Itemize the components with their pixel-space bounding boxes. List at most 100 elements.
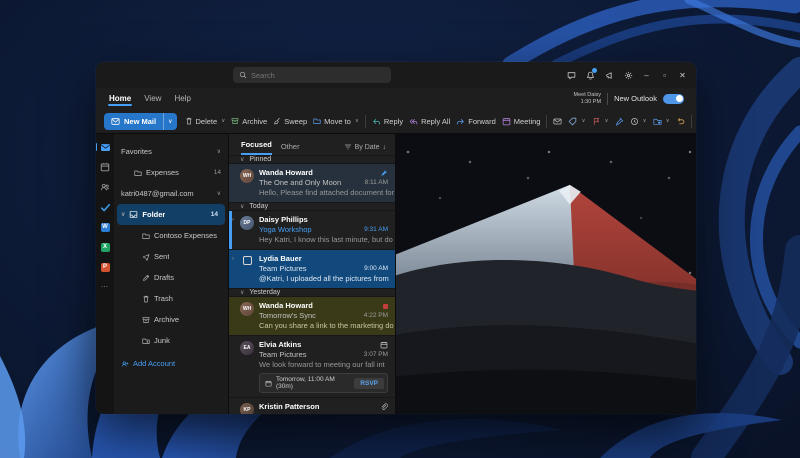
feedback-icon[interactable] — [562, 66, 580, 84]
delete-button[interactable]: Delete ∨ — [183, 114, 228, 129]
message-row-daisy[interactable]: › DP Daisy Phillips Yoga Workshop 9:31 A… — [229, 210, 395, 249]
message-row-elvia[interactable]: EA Elvia Atkins Team Pictures 3:07 PM We… — [229, 335, 395, 397]
agenda-peek[interactable]: Meet Daisy 1:30 PM — [574, 92, 602, 105]
folder-trash[interactable]: Trash — [114, 288, 228, 309]
junk-folder-icon — [142, 337, 150, 345]
new-mail-button[interactable]: New Mail ∨ — [104, 113, 177, 130]
sender-name: Elvia Atkins — [259, 340, 301, 350]
message-list-pane: Focused Other By Date ↓ ∨ Pinned WH — [228, 134, 396, 414]
add-account-button[interactable]: Add Account — [114, 353, 228, 374]
folder-sent[interactable]: Sent — [114, 246, 228, 267]
read-unread-button[interactable] — [551, 114, 564, 129]
sender-name: Kristin Patterson — [259, 402, 319, 412]
rsvp-button[interactable]: RSVP — [354, 378, 384, 389]
pencil-icon — [142, 274, 150, 282]
mail-compose-icon — [111, 117, 120, 126]
new-outlook-toggle[interactable] — [663, 94, 684, 104]
rail-word-icon[interactable]: W — [99, 221, 111, 233]
tab-other[interactable]: Other — [281, 139, 300, 155]
tab-view[interactable]: View — [143, 90, 162, 107]
tag-icon — [568, 117, 577, 126]
person-add-icon — [121, 360, 129, 368]
folder-label: Archive — [154, 315, 179, 324]
favorites-header[interactable]: Favorites ∨ — [114, 141, 228, 162]
folder-inbox-selected[interactable]: ∨ Folder 14 — [117, 204, 225, 225]
flag-button[interactable]: ∨ — [590, 114, 611, 129]
archive-button[interactable]: Archive — [229, 114, 269, 129]
search-input[interactable] — [233, 67, 391, 83]
expand-thread-icon[interactable]: › — [232, 217, 234, 223]
message-row-wanda-sync[interactable]: WH Wanda Howard Tomorrow's Sync 4:22 PM … — [229, 296, 395, 335]
folder-label: Trash — [154, 294, 173, 303]
pin-icon — [615, 117, 624, 126]
clock-icon — [630, 117, 639, 126]
rules-button[interactable]: ∨ — [651, 114, 672, 129]
pin-button[interactable] — [613, 114, 626, 129]
group-header-today[interactable]: ∨ Today — [229, 202, 395, 210]
folder-icon — [134, 169, 142, 177]
add-account-label: Add Account — [133, 359, 175, 368]
tab-home[interactable]: Home — [108, 90, 132, 107]
received-time: 3:07 PM — [360, 350, 388, 360]
tab-help[interactable]: Help — [173, 90, 191, 107]
pin-icon[interactable] — [380, 169, 388, 177]
meeting-calendar-icon — [502, 117, 511, 126]
settings-gear-icon[interactable] — [619, 66, 637, 84]
folder-contoso-expenses[interactable]: Contoso Expenses — [114, 225, 228, 246]
ribbon-right-cluster: Meet Daisy 1:30 PM New Outlook — [574, 92, 684, 105]
sweep-button[interactable]: Sweep — [271, 114, 309, 129]
notifications-icon[interactable] — [581, 66, 599, 84]
new-outlook-label: New Outlook — [614, 94, 657, 103]
filter-icon[interactable] — [344, 143, 352, 151]
message-checkbox[interactable] — [243, 256, 252, 265]
rail-more-apps-icon[interactable]: ⋯ — [99, 281, 111, 293]
undo-icon — [676, 117, 685, 126]
group-header-pinned[interactable]: ∨ Pinned — [229, 155, 395, 163]
notification-badge — [592, 68, 597, 73]
unread-count: 14 — [214, 169, 221, 176]
forward-arrow-icon — [456, 117, 465, 126]
chevron-down-icon: ∨ — [666, 118, 670, 124]
reply-all-button[interactable]: Reply All — [407, 114, 452, 129]
reply-button[interactable]: Reply — [370, 114, 405, 129]
folder-junk[interactable]: Junk — [114, 330, 228, 351]
folder-settings-icon — [653, 117, 662, 126]
undo-button[interactable] — [674, 114, 687, 129]
chevron-down-icon: ∨ — [605, 118, 609, 124]
whats-new-icon[interactable] — [600, 66, 618, 84]
maximize-button[interactable]: ▫ — [656, 66, 673, 84]
folder-drafts[interactable]: Drafts — [114, 267, 228, 288]
tab-focused[interactable]: Focused — [241, 137, 272, 155]
new-mail-dropdown[interactable]: ∨ — [163, 113, 176, 130]
sort-direction-icon[interactable]: ↓ — [383, 144, 387, 151]
agenda-peek-title: Meet Daisy — [574, 92, 602, 99]
rail-mail-icon[interactable] — [99, 141, 111, 153]
meeting-button[interactable]: Meeting — [500, 114, 543, 129]
message-list-header: Focused Other By Date ↓ — [229, 134, 395, 155]
account-header[interactable]: katri0487@gmail.com ∨ — [114, 183, 228, 204]
rail-todo-icon[interactable] — [99, 201, 111, 213]
expand-thread-icon[interactable]: › — [232, 256, 234, 262]
minimize-button[interactable]: – — [638, 66, 655, 84]
move-to-button[interactable]: Move to ∨ — [311, 114, 361, 129]
rail-powerpoint-icon[interactable]: P — [99, 261, 111, 273]
send-icon — [142, 253, 150, 261]
rail-calendar-icon[interactable] — [99, 161, 111, 173]
rail-excel-icon[interactable]: X — [99, 241, 111, 253]
rail-people-icon[interactable] — [99, 181, 111, 193]
close-button[interactable]: ✕ — [674, 66, 691, 84]
message-row-wanda-pinned[interactable]: WH Wanda Howard The One and Only Moon 8:… — [229, 163, 395, 202]
forward-button[interactable]: Forward — [454, 114, 498, 129]
snooze-button[interactable]: ∨ — [628, 114, 649, 129]
chevron-down-icon: ∨ — [581, 118, 585, 124]
folder-expenses[interactable]: Expenses 14 — [114, 162, 228, 183]
tag-button[interactable]: ∨ — [566, 114, 587, 129]
sort-by-date-button[interactable]: By Date — [355, 144, 380, 151]
app-rail: W X P ⋯ — [96, 134, 114, 414]
folder-archive[interactable]: Archive — [114, 309, 228, 330]
message-row-lydia-selected[interactable]: › Lydia Bauer Team Pictures 9:00 AM @Kat… — [229, 249, 395, 288]
message-row-kristin[interactable]: KP Kristin Patterson — [229, 397, 395, 414]
archive-label: Archive — [242, 117, 267, 126]
group-header-yesterday[interactable]: ∨ Yesterday — [229, 288, 395, 296]
search-field[interactable] — [251, 71, 385, 80]
